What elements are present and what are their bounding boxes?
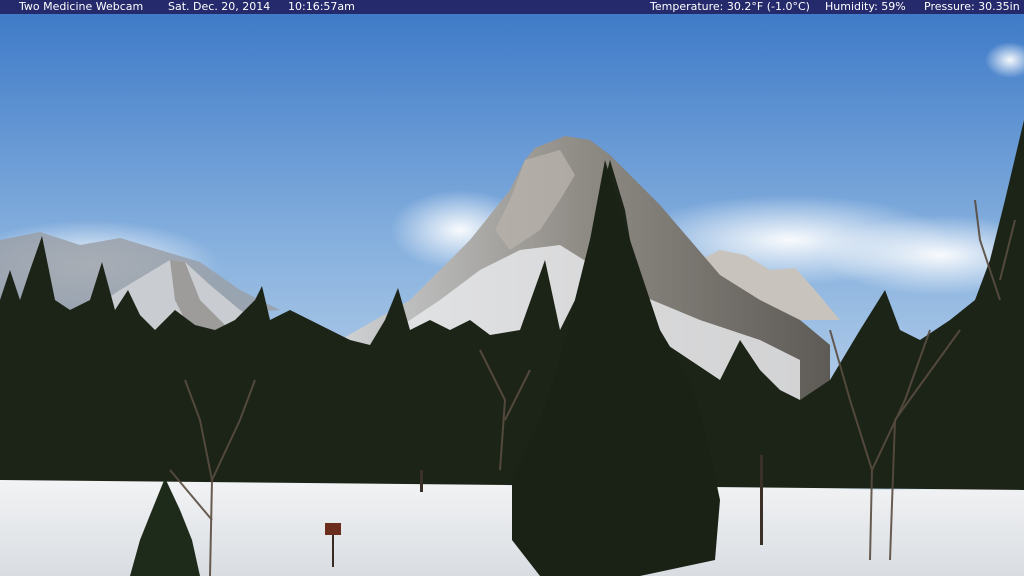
webcam-title: Two Medicine Webcam [19, 0, 144, 13]
webcam-info-bar: Two Medicine Webcam Sat. Dec. 20, 2014 1… [0, 0, 1024, 14]
landscape-photo [0, 14, 1024, 576]
webcam-frame: Two Medicine Webcam Sat. Dec. 20, 2014 1… [0, 0, 1024, 576]
capture-date: Sat. Dec. 20, 2014 [168, 0, 271, 13]
temperature-readout: Temperature: 30.2°F (-1.0°C) [650, 0, 810, 13]
pressure-readout: Pressure: 30.35in [924, 0, 1020, 13]
humidity-readout: Humidity: 59% [825, 0, 906, 13]
capture-time: 10:16:57am [288, 0, 355, 13]
